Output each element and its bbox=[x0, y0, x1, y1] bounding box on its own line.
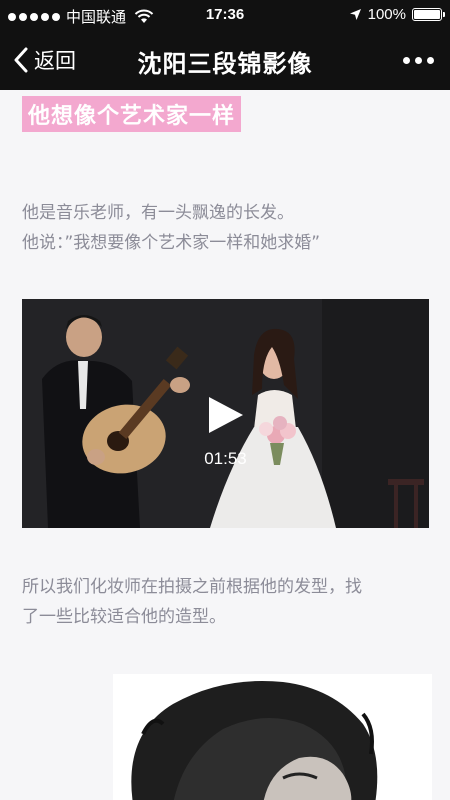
battery-icon bbox=[412, 8, 445, 21]
paragraph-1: 他是音乐老师，有一头飘逸的长发。 他说：”我想要像个艺术家一样和她求婚” bbox=[22, 198, 432, 258]
article-content: 他想像个艺术家一样 他是音乐老师，有一头飘逸的长发。 他说：”我想要像个艺术家一… bbox=[0, 90, 450, 800]
status-right: 100% bbox=[349, 6, 445, 23]
paragraph-1-line-2: 他说：”我想要像个艺术家一样和她求婚” bbox=[22, 233, 321, 253]
paragraph-2-line-2: 了一些比较适合他的造型。 bbox=[22, 607, 226, 627]
paragraph-1-line-1: 他是音乐老师，有一头飘逸的长发。 bbox=[22, 203, 294, 223]
page-title: 沈阳三段锦影像 bbox=[137, 50, 313, 78]
paragraph-2: 所以我们化妆师在拍摄之前根据他的发型，找 了一些比较适合他的造型。 bbox=[22, 572, 432, 632]
portrait-image bbox=[113, 674, 432, 800]
play-icon[interactable] bbox=[206, 395, 246, 435]
battery-percent: 100% bbox=[367, 6, 406, 23]
more-dots-icon[interactable] bbox=[403, 57, 434, 64]
status-bar: 中国联通 17:36 100% bbox=[0, 0, 450, 30]
portrait-photo bbox=[113, 674, 432, 800]
video-duration: 01:53 bbox=[204, 449, 247, 468]
nav-bar: 返回 沈阳三段锦影像 bbox=[0, 30, 450, 90]
battery-fill bbox=[414, 10, 440, 19]
section-heading: 他想像个艺术家一样 bbox=[22, 96, 242, 132]
video-player[interactable]: 01:53 bbox=[22, 299, 429, 528]
location-arrow-icon bbox=[349, 9, 361, 20]
paragraph-2-line-1: 所以我们化妆师在拍摄之前根据他的发型，找 bbox=[22, 577, 362, 597]
